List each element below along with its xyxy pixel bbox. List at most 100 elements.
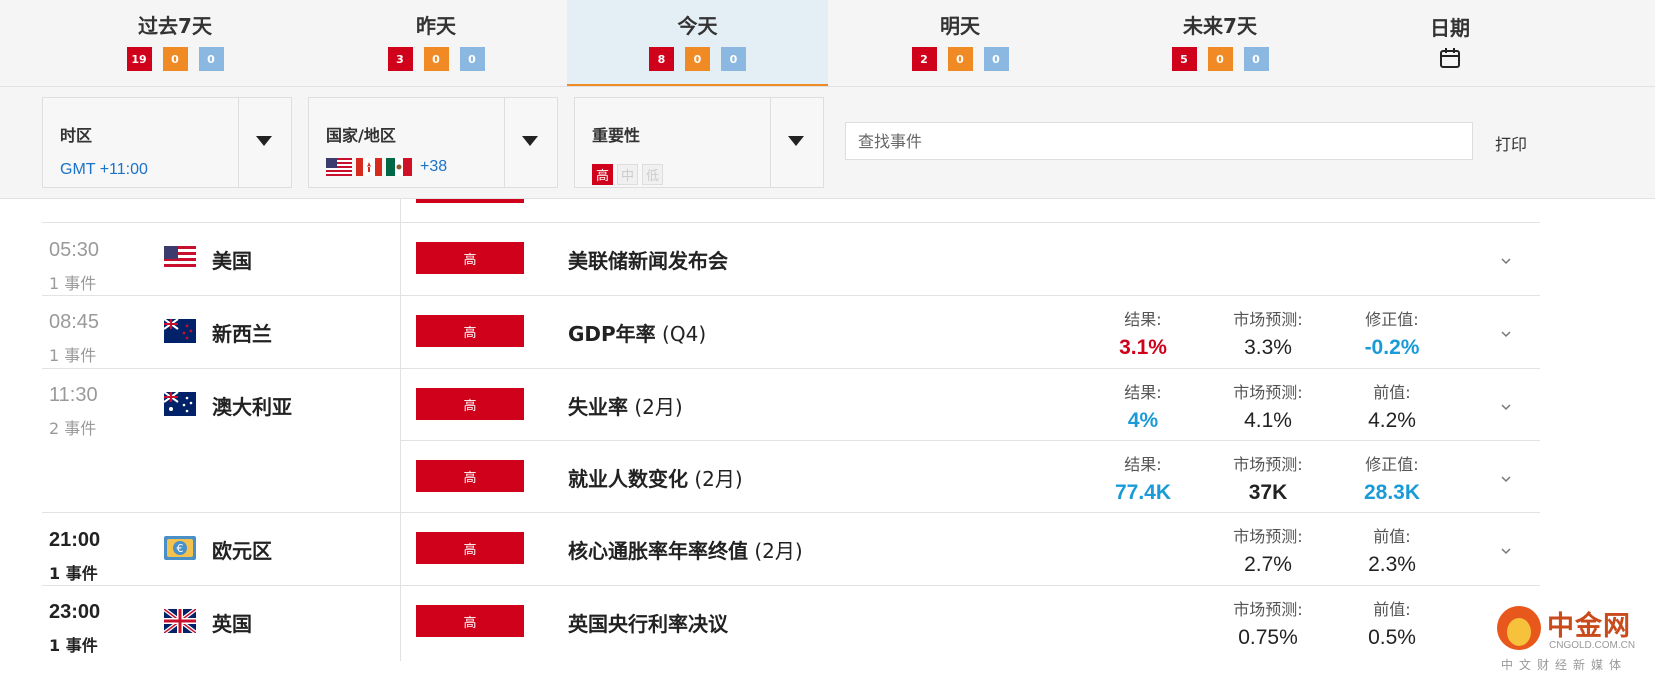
event-name[interactable]: 核心通胀率年率终值 (2月) [568,535,803,564]
tab-today[interactable]: 今天 8 0 0 [567,0,828,86]
metric-value: 2.7% [1244,553,1292,576]
event-time: 21:00 [49,529,101,551]
impact-badge: 高 [416,388,524,420]
importance-select[interactable]: 重要性 高 中 低 [574,97,824,188]
actual-metric: 结果: 3.1% [1083,306,1203,360]
country-select[interactable]: 国家/地区 +38 [308,97,558,188]
table-row[interactable]: 08:45 1 事件 新西兰 高 GDP年率 (Q4) 结果: 3.1% 市场预… [0,296,1540,368]
high-count-badge: 8 [649,47,674,71]
metric-value: -0.2% [1364,336,1420,359]
tab-yesterday[interactable]: 昨天 3 0 0 [306,0,566,86]
metric-value: 4% [1127,409,1159,432]
dropdown-arrow-icon[interactable] [522,136,538,146]
table-row[interactable]: 05:30 1 事件 美国 高 美联储新闻发布会 [0,223,1540,295]
tab-label: 明天 [940,14,980,38]
event-name[interactable]: 失业率 (2月) [568,391,683,420]
event-count: 1 事件 [49,274,97,293]
low-count-badge: 0 [1243,47,1269,71]
tab-next-7-days[interactable]: 未来7天 5 0 0 [1090,0,1350,86]
events-table: 05:30 1 事件 美国 高 美联储新闻发布会 08:45 1 事件 新西兰 … [0,199,1655,678]
event-time: 05:30 [49,239,100,261]
metric-value: 0.75% [1238,626,1298,649]
revised-metric: 修正值: -0.2% [1332,306,1452,360]
chevron-down-icon[interactable] [1500,475,1512,483]
impact-badge [416,199,524,203]
watermark-url: CNGOLD.COM.CN [1549,640,1636,651]
forecast-metric: 市场预测: 2.7% [1208,523,1328,577]
previous-metric: 前值: 0.5% [1332,596,1452,650]
watermark-title: 中金网 [1547,611,1631,642]
previous-metric: 前值: 4.2% [1332,379,1452,433]
country-name: 澳大利亚 [212,395,292,419]
australia-flag-icon [164,392,196,416]
high-count-badge: 5 [1171,47,1197,71]
previous-metric: 前值: 2.3% [1332,523,1452,577]
event-count: 1 事件 [49,346,97,365]
forecast-metric: 市场预测: 4.1% [1208,379,1328,433]
event-count: 1 事件 [49,564,98,583]
timezone-select[interactable]: 时区 GMT +11:00 [42,97,292,188]
chevron-down-icon[interactable] [1500,403,1512,411]
medium-count-badge: 0 [162,47,188,71]
high-count-badge: 19 [126,47,152,71]
event-name[interactable]: 就业人数变化 (2月) [568,463,743,492]
chevron-down-icon[interactable] [1500,257,1512,265]
impact-badge: 高 [416,532,524,564]
metric-label: 修正值: [1365,310,1419,329]
tab-label: 今天 [677,14,718,38]
canada-flag-icon [356,158,382,176]
forecast-metric: 市场预测: 3.3% [1208,306,1328,360]
tab-past-7-days[interactable]: 过去7天 19 0 0 [40,0,310,86]
impact-badge: 高 [416,242,524,274]
country-name: 新西兰 [212,322,272,346]
metric-label: 结果: [1124,383,1162,402]
dropdown-arrow-icon[interactable] [256,136,272,146]
event-name[interactable]: 美联储新闻发布会 [568,245,728,274]
impact-badge: 高 [416,460,524,492]
low-count-badge: 0 [983,47,1009,71]
metric-label: 市场预测: [1233,383,1303,402]
table-row[interactable]: 23:00 1 事件 英国 高 英国央行利率决议 市场预测: 0.75% 前值:… [0,586,1540,661]
us-flag-icon [164,246,196,270]
importance-medium-toggle[interactable]: 中 [617,164,638,185]
event-search-input[interactable] [845,122,1473,160]
metric-label: 前值: [1373,600,1411,619]
logo-icon [1497,606,1541,650]
table-row[interactable]: 21:00 1 事件 € 欧元区 高 核心通胀率年率终值 (2月) 市场预测: … [0,513,1540,585]
period-tabs: 过去7天 19 0 0 昨天 3 0 0 今天 8 0 0 明天 2 0 0 未… [0,0,1655,87]
print-button[interactable]: 打印 [1495,131,1527,155]
event-name[interactable]: 英国央行利率决议 [568,608,728,637]
table-row[interactable]: 高 就业人数变化 (2月) 结果: 77.4K 市场预测: 37K 修正值: 2… [0,441,1540,512]
event-time: 11:30 [49,384,98,406]
metric-label: 结果: [1124,310,1162,329]
country-name: 欧元区 [212,539,272,563]
metric-label: 市场预测: [1233,600,1303,619]
low-count-badge: 0 [198,47,224,71]
tab-tomorrow[interactable]: 明天 2 0 0 [830,0,1090,86]
chevron-down-icon[interactable] [1500,330,1512,338]
medium-count-badge: 0 [1207,47,1233,71]
chevron-down-icon[interactable] [1500,547,1512,555]
importance-low-toggle[interactable]: 低 [642,164,663,185]
forecast-metric: 市场预测: 37K [1208,451,1328,505]
metric-value: 3.1% [1119,336,1167,359]
medium-count-badge: 0 [423,47,449,71]
event-name[interactable]: GDP年率 (Q4) [568,318,706,347]
tab-date-picker[interactable]: 日期 [1380,0,1520,86]
cngold-watermark-logo: 中金网 CNGOLD.COM.CN 中文财经新媒体 [1497,602,1647,674]
metric-value: 4.1% [1244,409,1292,432]
event-time: 08:45 [49,311,100,333]
actual-metric: 结果: 77.4K [1083,451,1203,505]
metric-value: 28.3K [1363,481,1421,504]
metric-label: 结果: [1124,455,1162,474]
importance-high-toggle[interactable]: 高 [592,164,613,185]
metric-value: 3.3% [1244,336,1292,359]
dropdown-arrow-icon[interactable] [788,136,804,146]
svg-text:€: € [177,542,184,555]
high-count-badge: 3 [387,47,413,71]
low-count-badge: 0 [459,47,485,71]
impact-badge: 高 [416,605,524,637]
medium-count-badge: 0 [685,47,710,71]
country-name: 英国 [212,612,252,636]
table-row[interactable]: 11:30 2 事件 澳大利亚 高 失业率 (2月) 结果: 4% 市场预测: … [0,369,1540,440]
